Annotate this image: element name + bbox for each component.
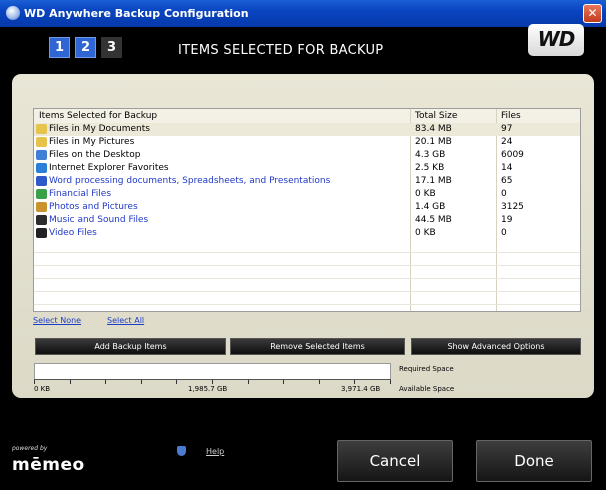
empty-row-line — [34, 265, 580, 266]
money-icon — [36, 189, 47, 199]
item-size: 17.1 MB — [415, 176, 452, 186]
step-1[interactable]: 1 — [49, 37, 70, 58]
item-size: 4.3 GB — [415, 150, 446, 160]
table-row[interactable]: Video Files 0 KB 0 — [34, 227, 580, 240]
item-name: Music and Sound Files — [49, 215, 149, 225]
item-name: Internet Explorer Favorites — [49, 163, 169, 173]
table-header: Items Selected for Backup Total Size Fil… — [34, 109, 580, 124]
help-shield-icon — [177, 446, 186, 456]
table-row[interactable]: Internet Explorer Favorites 2.5 KB 14 — [34, 162, 580, 175]
empty-row-line — [34, 278, 580, 279]
item-size: 2.5 KB — [415, 163, 445, 173]
item-file-count: 0 — [501, 189, 507, 199]
table-row[interactable]: Word processing documents, Spreadsheets,… — [34, 175, 580, 188]
close-button[interactable]: ✕ — [583, 4, 602, 23]
header-files[interactable]: Files — [501, 111, 521, 121]
gauge-tick — [34, 380, 35, 384]
gauge-tick — [70, 380, 71, 384]
powered-by-text: powered by — [12, 445, 48, 452]
table-row[interactable]: Files in My Pictures 20.1 MB 24 — [34, 136, 580, 149]
item-file-count: 14 — [501, 163, 513, 173]
gauge-tick — [212, 380, 213, 384]
item-file-count: 6009 — [501, 150, 524, 160]
gauge-tick — [141, 380, 142, 384]
step-3[interactable]: 3 — [101, 37, 122, 58]
gauge-tick — [105, 380, 106, 384]
item-file-count: 3125 — [501, 202, 524, 212]
gauge-tick — [176, 380, 177, 384]
done-button[interactable]: Done — [476, 440, 592, 482]
backup-items-table: Items Selected for Backup Total Size Fil… — [33, 108, 581, 312]
gauge-max-label: 3,971.4 GB — [341, 385, 381, 393]
table-row[interactable]: Photos and Pictures 1.4 GB 3125 — [34, 201, 580, 214]
cancel-button[interactable]: Cancel — [337, 440, 453, 482]
item-name: Files in My Pictures — [49, 137, 135, 147]
item-size: 0 KB — [415, 228, 436, 238]
desktop-icon — [36, 150, 47, 160]
item-size: 44.5 MB — [415, 215, 452, 225]
help-link[interactable]: Help — [206, 447, 224, 456]
gauge-tick — [390, 380, 391, 384]
select-all-link[interactable]: Select All — [107, 316, 144, 325]
space-gauge — [34, 363, 391, 380]
gauge-tick — [319, 380, 320, 384]
gauge-tick — [283, 380, 284, 384]
video-icon — [36, 228, 47, 238]
item-file-count: 19 — [501, 215, 513, 225]
item-file-count: 0 — [501, 228, 507, 238]
section-title: ITEMS SELECTED FOR BACKUP — [178, 43, 384, 58]
item-size: 1.4 GB — [415, 202, 446, 212]
step-2[interactable]: 2 — [75, 37, 96, 58]
item-name: Files on the Desktop — [49, 150, 141, 160]
window-title: WD Anywhere Backup Configuration — [24, 7, 249, 20]
gauge-min-label: 0 KB — [34, 385, 51, 393]
title-bar: WD Anywhere Backup Configuration ✕ — [0, 0, 606, 27]
select-none-link[interactable]: Select None — [33, 316, 81, 325]
gauge-tick — [354, 380, 355, 384]
memeo-logo: mēmeo — [12, 455, 85, 475]
item-file-count: 65 — [501, 176, 513, 186]
empty-row-line — [34, 252, 580, 253]
folder-pictures-icon — [36, 137, 47, 147]
item-name: Photos and Pictures — [49, 202, 138, 212]
internet-explorer-icon — [36, 163, 47, 173]
item-size: 0 KB — [415, 189, 436, 199]
music-icon — [36, 215, 47, 225]
item-size: 20.1 MB — [415, 137, 452, 147]
table-row[interactable]: Files in My Documents 83.4 MB 97 — [34, 123, 580, 136]
document-icon — [36, 176, 47, 186]
required-space-label: Required Space — [399, 365, 454, 373]
item-file-count: 24 — [501, 137, 513, 147]
empty-row-line — [34, 291, 580, 292]
item-name: Financial Files — [49, 189, 112, 199]
show-advanced-options-button[interactable]: Show Advanced Options — [411, 338, 581, 355]
empty-row-line — [34, 304, 580, 305]
table-row[interactable]: Music and Sound Files 44.5 MB 19 — [34, 214, 580, 227]
gauge-tick — [248, 380, 249, 384]
table-row[interactable]: Files on the Desktop 4.3 GB 6009 — [34, 149, 580, 162]
item-name: Video Files — [49, 228, 97, 238]
wd-app-icon — [6, 6, 20, 20]
item-name: Files in My Documents — [49, 124, 150, 134]
remove-selected-items-button[interactable]: Remove Selected Items — [230, 338, 405, 355]
item-file-count: 97 — [501, 124, 513, 134]
gauge-mid-label: 1,985.7 GB — [188, 385, 228, 393]
item-size: 83.4 MB — [415, 124, 452, 134]
header-items[interactable]: Items Selected for Backup — [39, 111, 157, 121]
item-name: Word processing documents, Spreadsheets,… — [49, 176, 331, 186]
header-total-size[interactable]: Total Size — [415, 111, 457, 121]
available-space-label: Available Space — [399, 385, 455, 393]
table-row[interactable]: Financial Files 0 KB 0 — [34, 188, 580, 201]
folder-documents-icon — [36, 124, 47, 134]
photo-icon — [36, 202, 47, 212]
add-backup-items-button[interactable]: Add Backup Items — [35, 338, 226, 355]
wd-logo: WD — [528, 24, 584, 56]
